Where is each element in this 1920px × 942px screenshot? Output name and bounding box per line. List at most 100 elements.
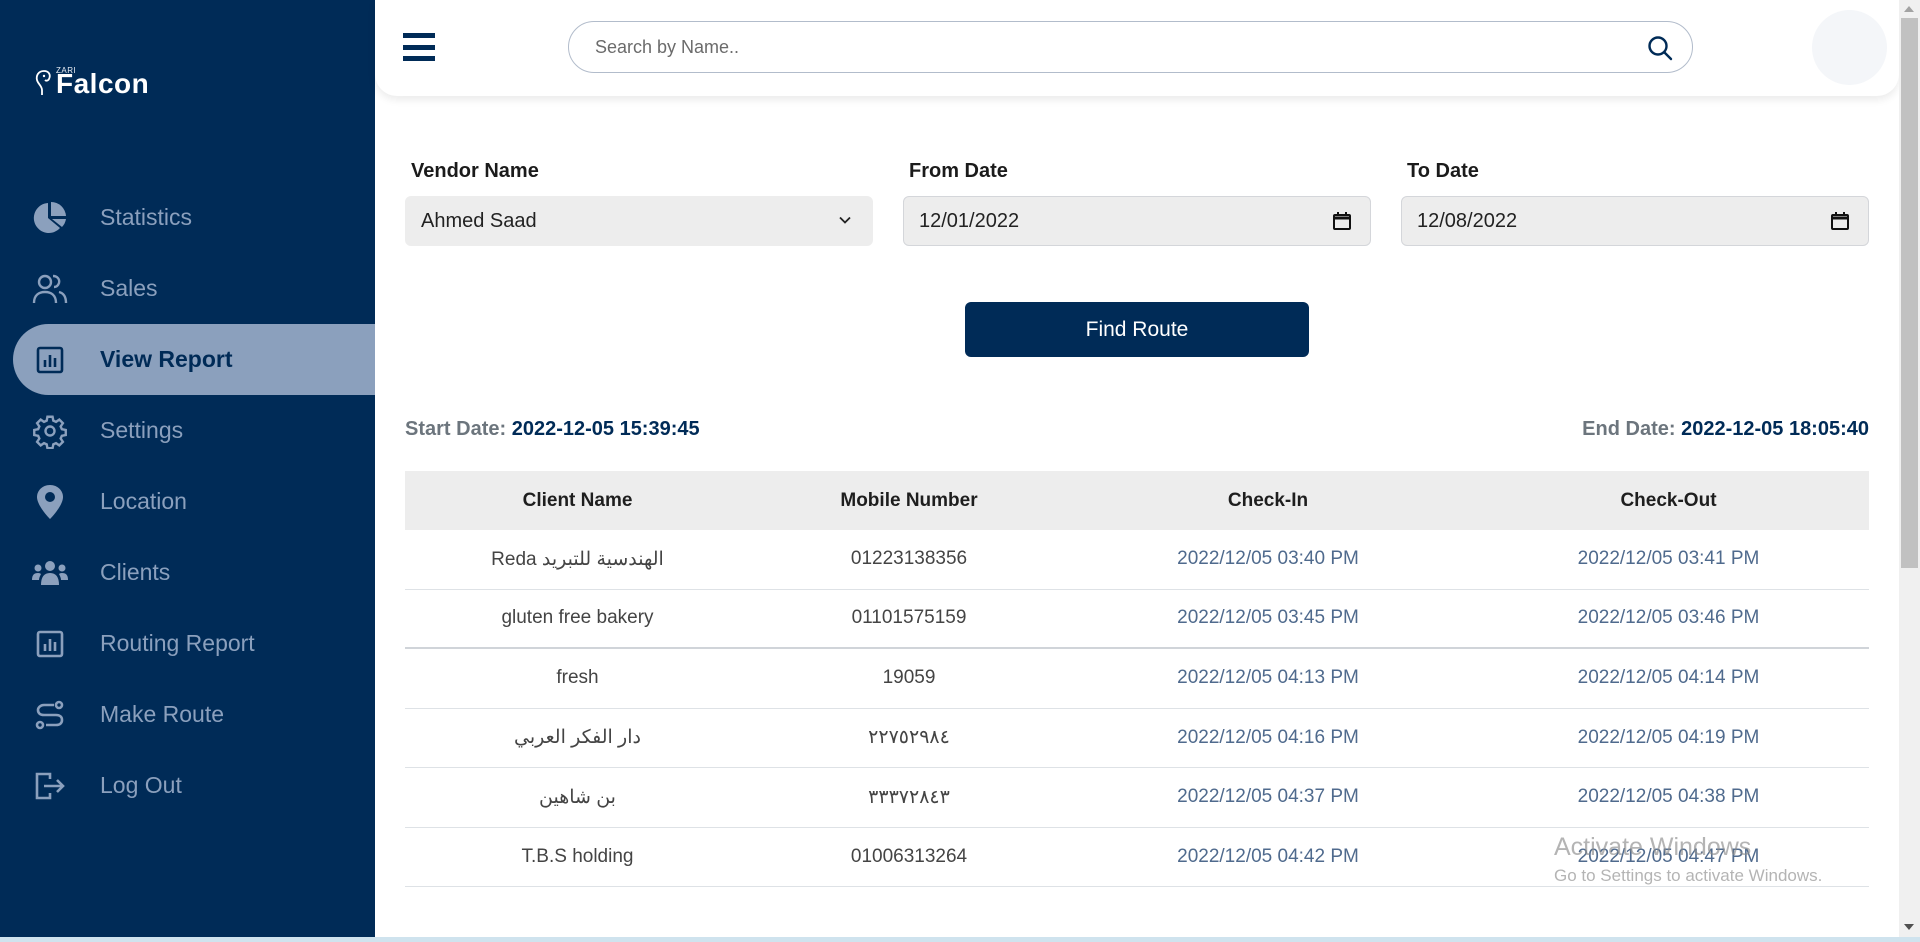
vendor-field: Vendor Name Ahmed Saad: [405, 160, 873, 246]
mobile-number-cell: 01006313264: [850, 845, 968, 867]
to-date-label: To Date: [1407, 160, 1479, 182]
sidebar-item-label: Statistics: [100, 204, 193, 230]
page-scrollbar[interactable]: [1899, 0, 1920, 937]
client-name-cell: دار الفكر العربي: [514, 727, 641, 749]
brand-prefix: ZARI: [56, 66, 77, 75]
sidebar-item-routing-report[interactable]: Routing Report: [0, 608, 375, 679]
start-date-value: 2022-12-05 15:39:45: [511, 418, 700, 440]
start-date-label: Start Date:: [405, 418, 507, 440]
check-in-cell: 2022/12/05 04:37 PM: [1177, 786, 1359, 808]
check-out-cell: 2022/12/05 03:41 PM: [1577, 548, 1760, 570]
from-date-field: From Date 12/01/2022: [903, 160, 1371, 246]
app-root: ZARI Falcon Statistics Sales View Report…: [0, 0, 1920, 942]
from-date-input[interactable]: 12/01/2022: [903, 196, 1371, 246]
end-date-value: 2022-12-05 18:05:40: [1681, 418, 1869, 440]
brand-logo[interactable]: ZARI Falcon: [34, 66, 149, 98]
chevron-down-icon: [839, 216, 851, 224]
calendar-icon[interactable]: [1830, 211, 1850, 231]
search-bar: [568, 21, 1693, 73]
table-row[interactable]: gluten free bakery 01101575159 2022/12/0…: [405, 590, 1869, 649]
sidebar-item-log-out[interactable]: Log Out: [0, 750, 375, 821]
sidebar-item-settings[interactable]: Settings: [0, 395, 375, 466]
check-in-cell: 2022/12/05 03:40 PM: [1177, 548, 1359, 570]
sidebar-item-statistics[interactable]: Statistics: [0, 182, 375, 253]
pie-chart-icon: [32, 200, 68, 236]
table-row[interactable]: Reda الهندسية للتبريد 01223138356 2022/1…: [405, 530, 1869, 590]
table-header: Client Name Mobile Number Check-In Check…: [405, 471, 1869, 530]
table-row[interactable]: T.B.S holding 01006313264 2022/12/05 04:…: [405, 828, 1869, 887]
client-name-cell: fresh: [556, 667, 599, 689]
check-out-cell: 2022/12/05 04:14 PM: [1577, 667, 1760, 689]
to-date-input[interactable]: 12/08/2022: [1401, 196, 1869, 246]
hamburger-line: [403, 33, 435, 38]
table-body: Reda الهندسية للتبريد 01223138356 2022/1…: [405, 530, 1869, 887]
users-icon: [32, 271, 68, 307]
end-date-label: End Date:: [1582, 418, 1676, 440]
to-date-value: 12/08/2022: [1417, 209, 1518, 232]
check-in-cell: 2022/12/05 04:42 PM: [1177, 845, 1359, 867]
top-bar: [375, 0, 1899, 96]
to-date-field: To Date 12/08/2022: [1401, 160, 1869, 246]
sidebar-item-view-report[interactable]: View Report: [13, 324, 375, 395]
client-name-cell: T.B.S holding: [521, 845, 634, 867]
sidebar-item-location[interactable]: Location: [0, 466, 375, 537]
column-header-check-in[interactable]: Check-In: [1068, 490, 1468, 512]
sidebar-item-label: Sales: [100, 275, 158, 301]
check-out-cell: 2022/12/05 03:46 PM: [1577, 607, 1760, 629]
sidebar-item-label: Clients: [100, 559, 171, 585]
scroll-up-arrow-icon[interactable]: [1904, 6, 1914, 12]
search-icon[interactable]: [1646, 34, 1674, 62]
sidebar-item-clients[interactable]: Clients: [0, 537, 375, 608]
route-report-table: Client Name Mobile Number Check-In Check…: [405, 471, 1869, 887]
search-input[interactable]: [569, 36, 1609, 58]
check-in-cell: 2022/12/05 04:16 PM: [1177, 726, 1359, 748]
gear-icon: [32, 413, 68, 449]
column-header-mobile-number[interactable]: Mobile Number: [750, 490, 1068, 512]
vendor-select-value: Ahmed Saad: [421, 209, 537, 232]
check-out-cell: 2022/12/05 04:19 PM: [1577, 726, 1760, 748]
route-icon: [32, 697, 68, 733]
sidebar-item-label: View Report: [100, 346, 233, 372]
sidebar-item-sales[interactable]: Sales: [0, 253, 375, 324]
check-in-cell: 2022/12/05 04:13 PM: [1177, 667, 1359, 689]
sidebar-item-make-route[interactable]: Make Route: [0, 679, 375, 750]
bar-chart-icon: [32, 626, 68, 662]
bar-chart-icon: [32, 342, 68, 378]
from-date-value: 12/01/2022: [919, 209, 1020, 232]
menu-toggle-button[interactable]: [403, 33, 435, 61]
sidebar-item-label: Settings: [100, 417, 184, 443]
scrollbar-thumb[interactable]: [1901, 18, 1918, 568]
client-name-cell: gluten free bakery: [501, 607, 654, 629]
end-date-info: End Date: 2022-12-05 18:05:40: [1582, 418, 1869, 441]
scroll-down-arrow-icon[interactable]: [1904, 924, 1914, 930]
hamburger-line: [403, 56, 435, 61]
check-out-cell: 2022/12/05 04:38 PM: [1577, 786, 1760, 808]
logout-icon: [32, 768, 68, 804]
mobile-number-cell: 01223138356: [850, 548, 968, 570]
sidebar-nav: Statistics Sales View Report Settings Lo…: [0, 182, 375, 821]
table-row[interactable]: بن شاهين ٣٣٣٧٢٨٤٣ 2022/12/05 04:37 PM 20…: [405, 768, 1869, 828]
table-row[interactable]: دار الفكر العربي ٢٢٧٥٢٩٨٤ 2022/12/05 04:…: [405, 709, 1869, 768]
check-in-cell: 2022/12/05 03:45 PM: [1177, 607, 1359, 629]
sidebar-item-label: Routing Report: [100, 630, 255, 656]
sidebar-item-label: Make Route: [100, 701, 225, 727]
mobile-number-cell: ٣٣٣٧٢٨٤٣: [868, 786, 950, 808]
clients-group-icon: [32, 555, 68, 591]
mobile-number-cell: ٢٢٧٥٢٩٨٤: [868, 727, 950, 749]
user-avatar[interactable]: [1812, 10, 1887, 85]
mobile-number-cell: 19059: [882, 667, 936, 689]
column-header-check-out[interactable]: Check-Out: [1468, 490, 1869, 512]
column-header-client-name[interactable]: Client Name: [405, 490, 750, 512]
mobile-number-cell: 01101575159: [851, 607, 967, 629]
table-row[interactable]: fresh 19059 2022/12/05 04:13 PM 2022/12/…: [405, 649, 1869, 709]
os-taskbar-edge: [0, 937, 1920, 942]
vendor-select[interactable]: Ahmed Saad: [405, 196, 873, 246]
find-route-button[interactable]: Find Route: [965, 302, 1309, 357]
client-name-cell: Reda الهندسية للتبريد: [491, 548, 664, 570]
sidebar: ZARI Falcon Statistics Sales View Report…: [0, 0, 375, 937]
map-pin-icon: [32, 484, 68, 520]
vendor-label: Vendor Name: [411, 160, 539, 182]
sidebar-item-label: Location: [100, 488, 187, 514]
falcon-logo-icon: [35, 70, 51, 95]
calendar-icon[interactable]: [1332, 211, 1352, 231]
